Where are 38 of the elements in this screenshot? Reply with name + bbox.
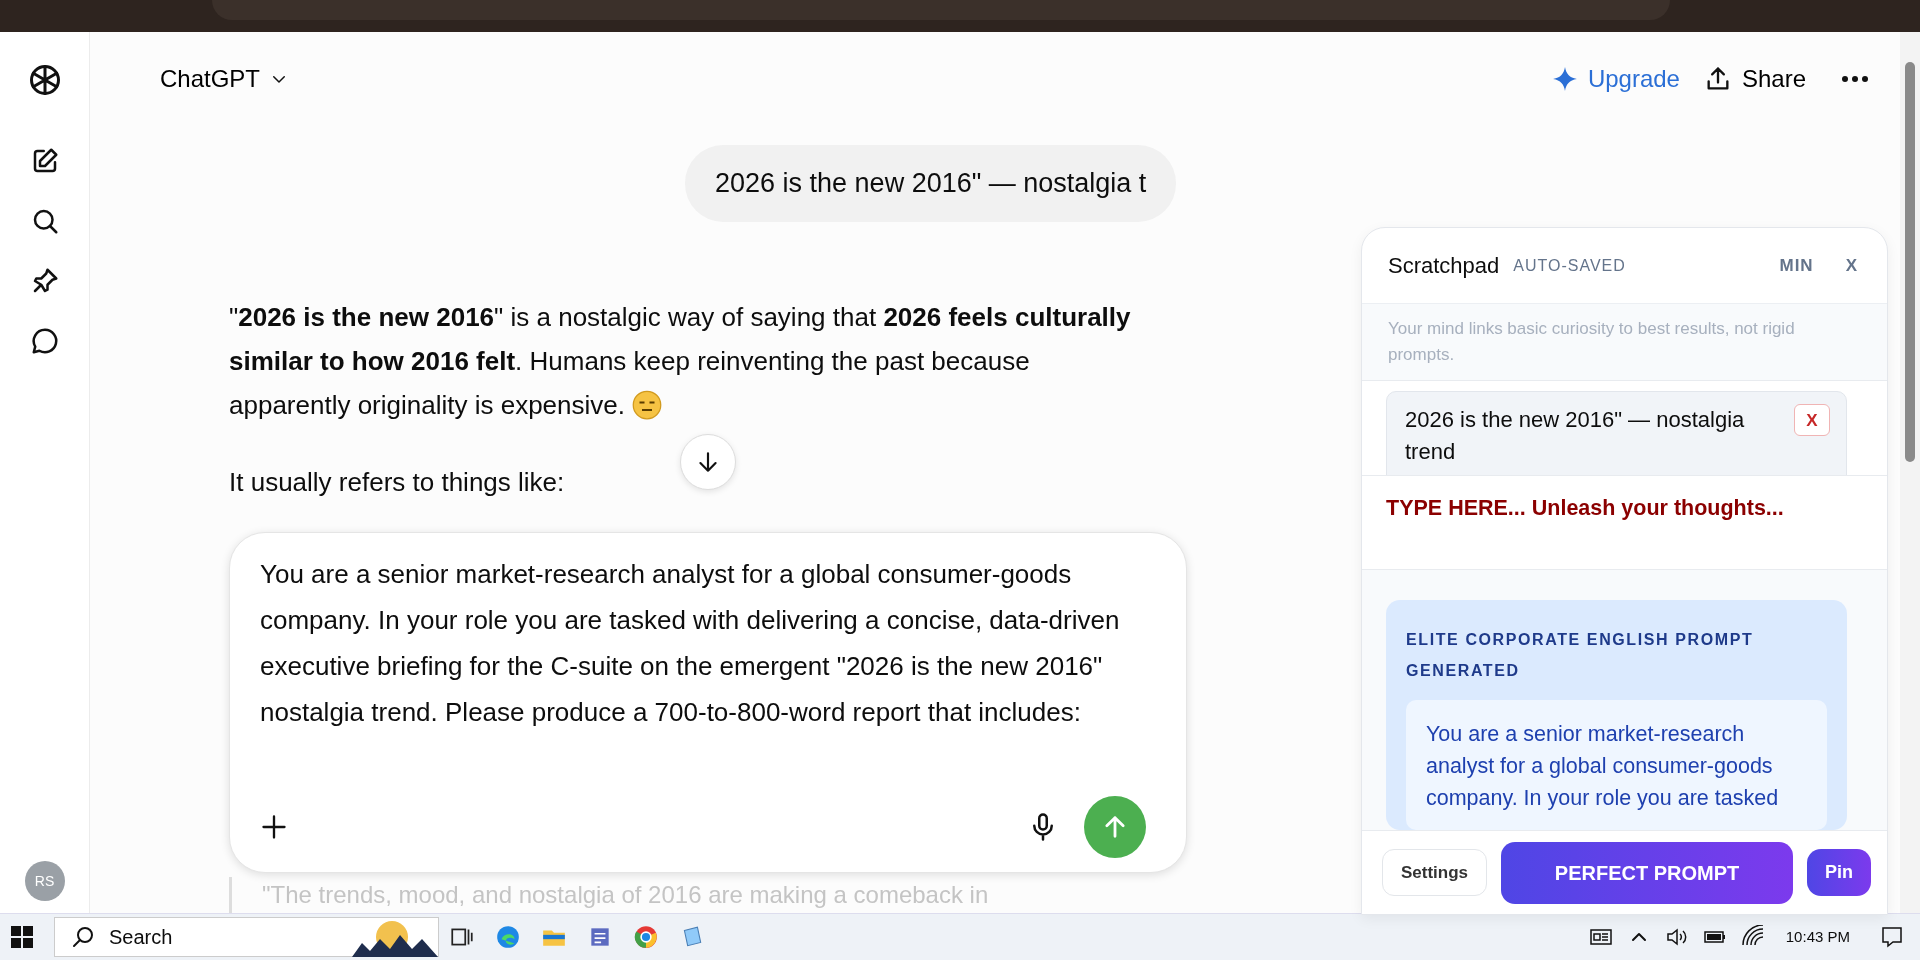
note-text: 2026 is the new 2016" — nostalgia trend	[1405, 406, 1746, 466]
search-label: Search	[109, 925, 173, 950]
save-status: AUTO-SAVED	[1513, 255, 1626, 276]
result-text: You are a senior market-research analyst for a global consumer-goods company. In your role you are tasked	[1406, 700, 1827, 830]
face-icon	[632, 390, 663, 420]
plus-icon	[260, 813, 288, 841]
panel-title: Scratchpad	[1388, 252, 1500, 280]
upgrade-button[interactable]: Upgrade	[1539, 55, 1692, 103]
message-text: You are a senior market-research analyst for a global consumer-goods company. In your role you are tasked with delivering a concise, data-driven executive briefing for the C-suite on the emergent "2026 is the new 2016" nostalgia trend. Please produce a 700-to-800-word report that includes:	[260, 558, 1121, 729]
notification-icon[interactable]	[1880, 925, 1904, 949]
scroll-down-button[interactable]	[680, 434, 736, 490]
share-button[interactable]: Share	[1691, 55, 1818, 103]
scrollbar-thumb[interactable]	[1905, 62, 1915, 462]
taskbar-search[interactable]: Search	[54, 917, 439, 957]
result-heading: ELITE CORPORATE ENGLISH PROMPT GENERATED	[1406, 630, 1755, 681]
hint-text: Your mind links basic curiosity to best results, not rigid prompts.	[1362, 304, 1887, 381]
add-button[interactable]	[260, 813, 288, 841]
close-button[interactable]: X	[1841, 252, 1861, 279]
note-card[interactable]: 2026 is the new 2016" — nostalgia trend X	[1386, 391, 1847, 475]
answer-paragraph: It usually refers to things like:	[229, 466, 565, 499]
perfect-prompt-button[interactable]: PERFECT PROMPT	[1501, 841, 1793, 904]
answer-paragraph: "2026 is the new 2016" is a nostalgic way of saying that 2026 feels culturally similar to how 2016 felt. Humans keep reinventing the past because apparently originality is expensive.	[229, 301, 1132, 422]
search-icon	[71, 925, 95, 949]
message-composer[interactable]	[229, 532, 1187, 873]
pin-button[interactable]: Pin	[1807, 849, 1871, 896]
clock[interactable]: 10:43 PM	[1771, 925, 1864, 949]
note-input[interactable]: TYPE HERE... Unleash your thoughts...	[1362, 476, 1887, 570]
browser-icon[interactable]	[495, 924, 521, 950]
windows-logo-icon[interactable]	[10, 925, 34, 949]
more-icon	[1842, 75, 1868, 83]
user-message: 2026 is the new 2016" — nostalgia t	[685, 145, 1177, 222]
round-browser-icon[interactable]	[633, 924, 659, 950]
remove-note-button[interactable]: X	[1794, 404, 1830, 436]
scrollbar[interactable]	[1900, 32, 1920, 913]
settings-button[interactable]: Settings	[1382, 848, 1488, 897]
chat-bubble-icon[interactable]	[29, 326, 60, 356]
model-selector[interactable]: ChatGPT	[148, 55, 301, 103]
minimize-button[interactable]: MIN	[1765, 252, 1828, 279]
